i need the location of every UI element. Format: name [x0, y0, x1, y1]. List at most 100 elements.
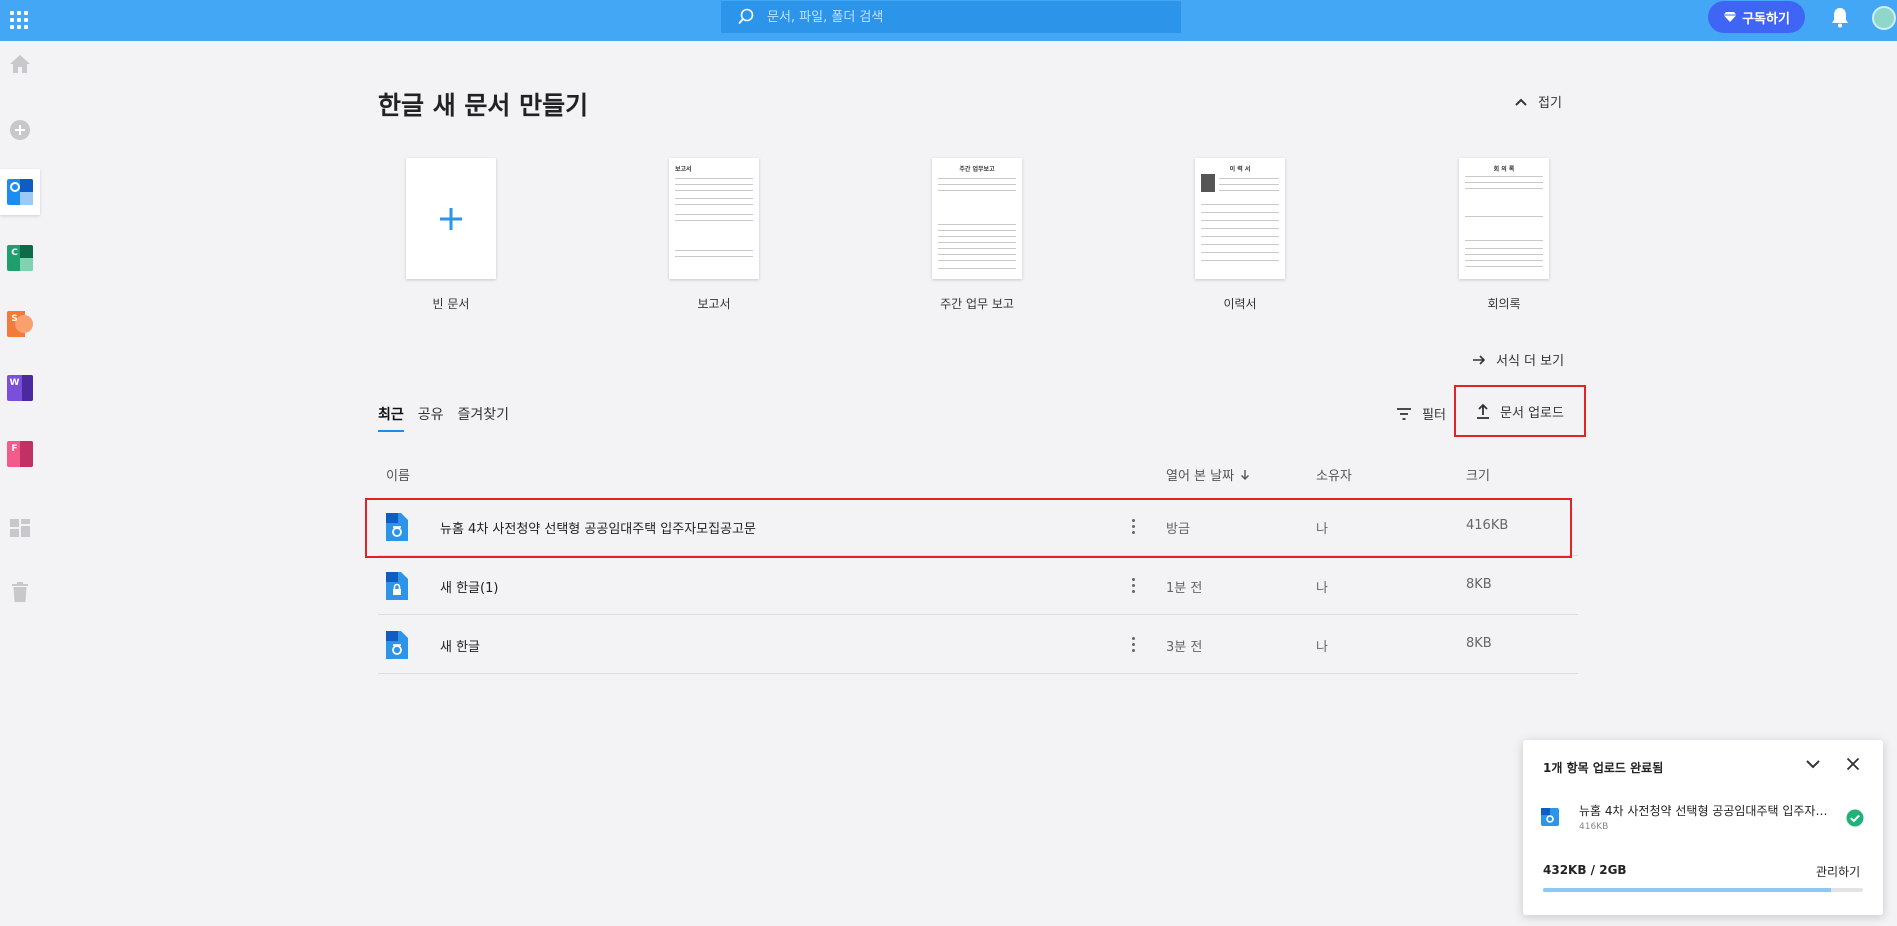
sidebar-item-home[interactable]	[0, 41, 40, 87]
file-tabs: 최근 공유 즐겨찾기	[378, 404, 509, 432]
template-thumbnail: 보고서	[669, 158, 759, 279]
sidebar-item-hangul[interactable]	[0, 169, 40, 215]
upload-panel-title: 1개 항목 업로드 완료됨	[1543, 761, 1664, 775]
chevron-up-icon	[1515, 98, 1527, 106]
collapse-label: 접기	[1538, 96, 1562, 111]
sidebar-item-show[interactable]: S	[0, 301, 40, 347]
template-weekly-report[interactable]: 주간 업무보고 주간 업무 보고	[932, 158, 1022, 311]
template-resume[interactable]: 이 력 서 이력서	[1195, 158, 1285, 311]
tab-recent[interactable]: 최근	[378, 404, 404, 432]
apps-grid-icon[interactable]	[8, 9, 28, 29]
template-doc-title: 보고서	[675, 166, 692, 173]
template-minutes[interactable]: 회 의 록 회의록	[1459, 158, 1549, 311]
bell-icon[interactable]	[1830, 6, 1850, 32]
template-report[interactable]: 보고서 보고서	[669, 158, 759, 311]
trash-icon	[12, 582, 28, 602]
file-date: 3분 전	[1166, 640, 1203, 655]
file-owner: 나	[1316, 522, 1328, 537]
template-label: 이력서	[1223, 297, 1257, 311]
sidebar-item-trash[interactable]	[0, 569, 40, 615]
template-doc-title: 이 력 서	[1229, 166, 1251, 173]
file-owner: 나	[1316, 640, 1328, 655]
column-header-size[interactable]: 크기	[1466, 465, 1490, 484]
sidebar-item-new[interactable]	[0, 107, 40, 153]
form-app-letter: F	[11, 443, 18, 454]
table-row[interactable]: 새 한글(1) 1분 전 나 8KB	[378, 557, 1578, 615]
storage-progress-fill	[1543, 888, 1831, 892]
upload-document-button[interactable]: 문서 업로드	[1454, 385, 1586, 437]
cell-app-icon: C	[7, 245, 33, 271]
home-icon	[10, 55, 30, 73]
tab-shared[interactable]: 공유	[418, 404, 444, 432]
dashboard-icon	[10, 519, 30, 537]
filter-icon	[1397, 407, 1411, 420]
more-templates-link[interactable]: 서식 더 보기	[1472, 350, 1564, 369]
hangul-file-icon	[1541, 808, 1559, 830]
file-date: 1분 전	[1166, 581, 1203, 596]
template-label: 주간 업무 보고	[940, 297, 1014, 311]
file-name: 뉴홈 4차 사전청약 선택형 공공임대주택 입주자모집공고문	[440, 522, 756, 537]
more-options-icon[interactable]	[1124, 573, 1142, 597]
more-options-icon[interactable]	[1124, 514, 1142, 538]
template-thumbnail	[406, 158, 496, 279]
diamond-icon	[1723, 12, 1737, 22]
arrow-down-icon	[1241, 469, 1250, 480]
avatar[interactable]	[1872, 6, 1896, 30]
upload-status-panel: 1개 항목 업로드 완료됨 뉴홈 4차 사전청약 선택형 공공임대주택 입주자모…	[1523, 740, 1883, 915]
file-name: 새 한글	[440, 640, 481, 655]
locked-hangul-file-icon	[386, 572, 408, 604]
column-header-owner[interactable]: 소유자	[1316, 465, 1352, 484]
subscribe-label: 구독하기	[1742, 11, 1790, 27]
template-blank[interactable]: 빈 문서	[406, 158, 496, 311]
uploaded-file-size: 416KB	[1579, 822, 1609, 832]
filter-label: 필터	[1422, 408, 1446, 423]
plus-icon	[406, 158, 496, 279]
column-header-date[interactable]: 열어 본 날짜	[1166, 465, 1250, 484]
search-box[interactable]	[721, 1, 1181, 33]
search-icon	[738, 8, 754, 25]
table-row[interactable]: 뉴홈 4차 사전청약 선택형 공공임대주택 입주자모집공고문 방금 나 416K…	[378, 498, 1578, 556]
more-options-icon[interactable]	[1124, 632, 1142, 656]
hangul-file-icon	[386, 513, 408, 545]
search-input[interactable]	[767, 9, 1167, 25]
manage-storage-link[interactable]: 관리하기	[1816, 863, 1860, 880]
hangul-file-icon	[386, 631, 408, 663]
storage-progress-bar	[1543, 888, 1863, 892]
template-doc-title: 주간 업무보고	[959, 166, 995, 173]
upload-label: 문서 업로드	[1500, 405, 1564, 421]
sidebar: C S W F	[0, 41, 40, 926]
collapse-button[interactable]: 접기	[1514, 92, 1562, 111]
word-app-letter: W	[9, 377, 20, 388]
template-label: 보고서	[697, 297, 731, 311]
file-size: 416KB	[1466, 518, 1509, 533]
sidebar-item-word[interactable]: W	[0, 365, 40, 411]
upload-icon	[1477, 403, 1490, 419]
column-header-name[interactable]: 이름	[386, 465, 410, 484]
cell-app-letter: C	[11, 247, 18, 258]
close-icon[interactable]	[1846, 756, 1860, 775]
table-row[interactable]: 새 한글 3분 전 나 8KB	[378, 616, 1578, 674]
file-owner: 나	[1316, 581, 1328, 596]
add-circle-icon	[10, 120, 30, 140]
chevron-down-icon[interactable]	[1805, 756, 1821, 775]
subscribe-button[interactable]: 구독하기	[1708, 1, 1805, 33]
sidebar-item-cell[interactable]: C	[0, 235, 40, 281]
template-label: 빈 문서	[432, 297, 470, 311]
file-size: 8KB	[1466, 577, 1492, 592]
file-date: 방금	[1166, 522, 1190, 537]
arrow-right-icon	[1473, 354, 1486, 365]
template-thumbnail: 회 의 록	[1459, 158, 1549, 279]
more-templates-label: 서식 더 보기	[1496, 354, 1565, 369]
sidebar-item-form[interactable]: F	[0, 431, 40, 477]
template-label: 회의록	[1487, 297, 1521, 311]
tab-favorites[interactable]: 즐겨찾기	[458, 404, 510, 432]
uploaded-file-name: 뉴홈 4차 사전청약 선택형 공공임대주택 입주자모집공고문	[1579, 804, 1834, 818]
photo-placeholder-icon	[1201, 174, 1215, 192]
top-bar: 구독하기	[0, 0, 1897, 41]
filter-button[interactable]: 필터	[1396, 404, 1446, 423]
show-app-icon: S	[7, 311, 33, 337]
sidebar-item-dashboard[interactable]	[0, 505, 40, 551]
template-thumbnail: 이 력 서	[1195, 158, 1285, 279]
template-doc-title: 회 의 록	[1493, 166, 1515, 173]
check-circle-icon	[1846, 809, 1864, 831]
